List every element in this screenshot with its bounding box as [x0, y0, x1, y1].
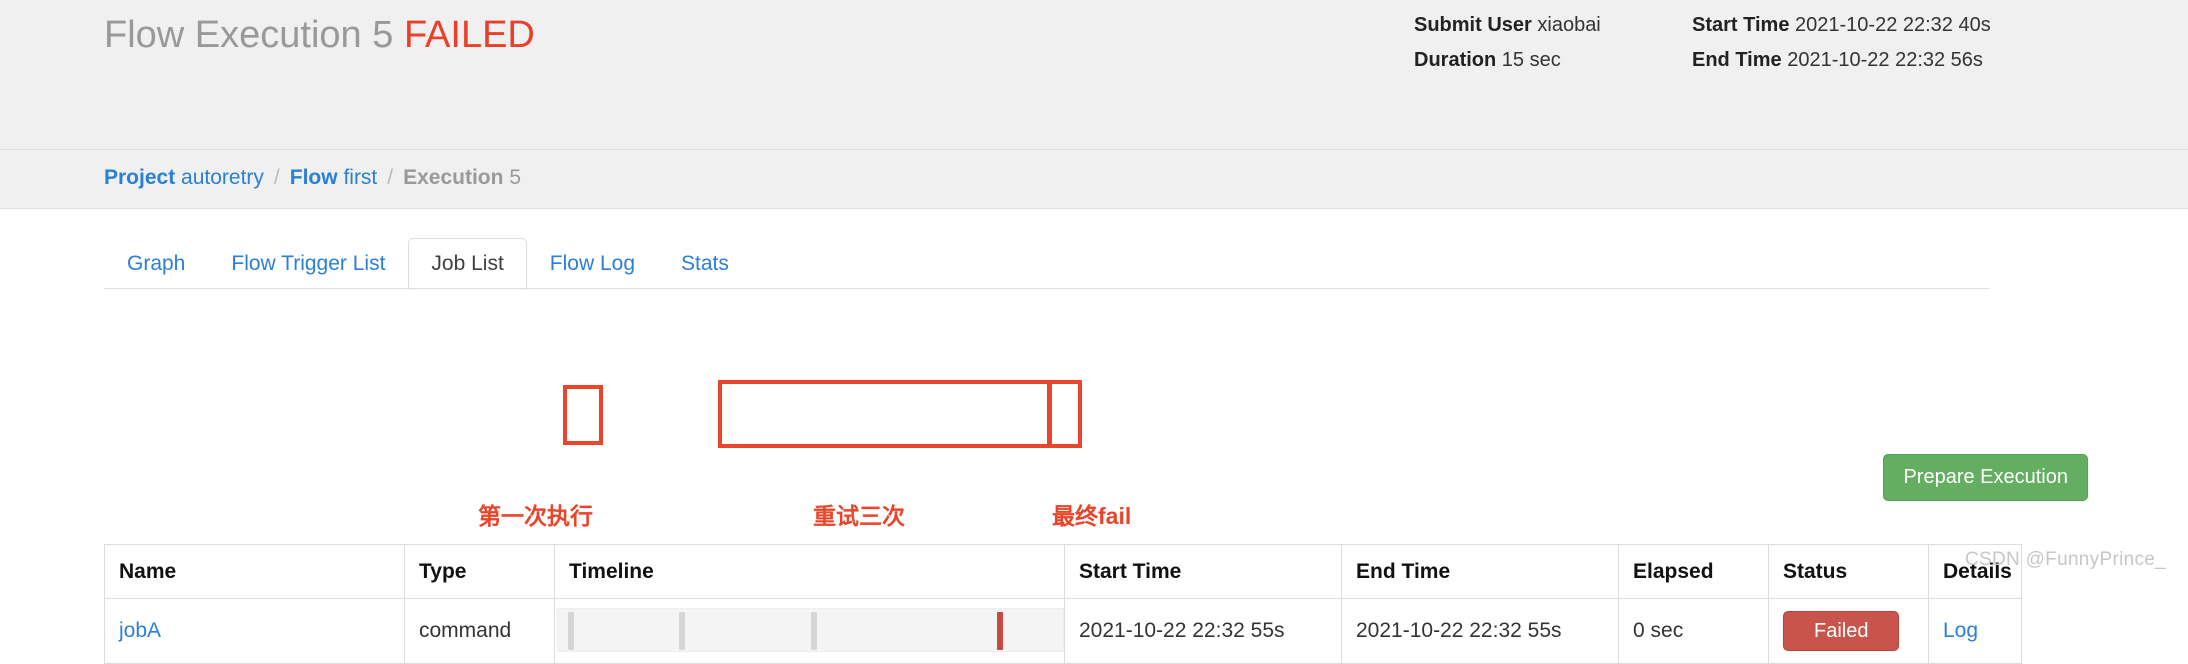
cell-details: Log: [1928, 598, 2022, 664]
tab-bar-underline: [104, 288, 1989, 289]
breadcrumb-flow-label: Flow: [289, 166, 338, 189]
page-title: Flow Execution 5 FAILED: [104, 14, 535, 57]
header-meta-right: Start Time 2021-10-22 22:32 40s End Time…: [1692, 8, 1992, 78]
breadcrumb-item-flow[interactable]: Flow first: [290, 166, 378, 189]
meta-submit-user-value: xiaobai: [1537, 14, 1601, 36]
tab-flow-log[interactable]: Flow Log: [527, 238, 658, 290]
page-title-text: Flow Execution: [104, 14, 362, 56]
meta-end-time-value: 2021-10-22 22:32 56s: [1787, 49, 1983, 71]
cell-start-time: 2021-10-22 22:32 55s: [1064, 598, 1342, 664]
annotation-label-retries: 重试三次: [813, 503, 905, 529]
timeline-tick-attempt-2: [679, 612, 686, 650]
column-header-timeline: Timeline: [554, 544, 1065, 599]
breadcrumb-execution-value: 5: [509, 166, 521, 189]
status-badge: Failed: [1783, 611, 1900, 651]
annotation-label-final-fail: 最终fail: [1052, 503, 1132, 529]
timeline-track: [557, 608, 1064, 652]
meta-start-time: Start Time 2021-10-22 22:32 40s: [1692, 8, 1992, 43]
meta-end-time: End Time 2021-10-22 22:32 56s: [1692, 43, 1992, 78]
tab-bar: Graph Flow Trigger List Job List Flow Lo…: [104, 238, 752, 290]
meta-end-time-label: End Time: [1692, 49, 1782, 71]
page-title-status: FAILED: [403, 14, 535, 56]
breadcrumb-separator-1: /: [273, 166, 280, 189]
breadcrumb-flow-value: first: [343, 166, 378, 189]
cell-elapsed: 0 sec: [1618, 598, 1769, 664]
tab-flow-trigger-list[interactable]: Flow Trigger List: [208, 238, 408, 290]
breadcrumb: Project autoretry / Flow first / Execution 5: [104, 166, 521, 190]
column-header-type: Type: [404, 544, 555, 599]
header-meta-left: Submit User xiaobai Duration 15 sec: [1414, 8, 1684, 78]
meta-submit-user: Submit User xiaobai: [1414, 8, 1684, 43]
meta-start-time-label: Start Time: [1692, 14, 1790, 36]
meta-duration: Duration 15 sec: [1414, 43, 1684, 78]
page-header: Flow Execution 5 FAILED Submit User xiao…: [0, 0, 2188, 150]
breadcrumb-item-execution: Execution 5: [403, 166, 521, 189]
tab-job-list[interactable]: Job List: [408, 238, 527, 290]
annotation-label-first-run: 第一次执行: [478, 503, 593, 529]
column-header-start-time: Start Time: [1064, 544, 1342, 599]
timeline-tick-attempt-1: [568, 612, 575, 650]
table-row: jobA command 2021-10-22 22:32 55s 2021-1…: [104, 598, 2022, 664]
column-header-name: Name: [104, 544, 405, 599]
column-header-end-time: End Time: [1341, 544, 1619, 599]
column-header-elapsed: Elapsed: [1618, 544, 1769, 599]
timeline-tick-final-fail: [997, 612, 1004, 650]
column-header-status: Status: [1768, 544, 1929, 599]
meta-submit-user-label: Submit User: [1414, 14, 1532, 36]
tab-stats[interactable]: Stats: [658, 238, 752, 290]
breadcrumb-separator-2: /: [387, 166, 394, 189]
meta-duration-label: Duration: [1414, 49, 1497, 71]
cell-job-type: command: [404, 598, 555, 664]
breadcrumb-bar: Project autoretry / Flow first / Execution 5: [0, 150, 2188, 209]
cell-timeline: [554, 598, 1065, 664]
meta-start-time-value: 2021-10-22 22:32 40s: [1795, 14, 1991, 36]
job-list-table: Name Type Timeline Start Time End Time E…: [104, 544, 2022, 664]
page-title-execution-number: 5: [372, 14, 394, 56]
watermark: CSDN @FunnyPrince_: [1964, 549, 2166, 570]
timeline-tick-attempt-3: [810, 612, 817, 650]
cell-status: Failed: [1768, 598, 1929, 664]
cell-job-name: jobA: [104, 598, 405, 664]
job-log-link[interactable]: Log: [1943, 619, 1978, 642]
prepare-execution-button[interactable]: Prepare Execution: [1883, 454, 2088, 501]
breadcrumb-project-value: autoretry: [181, 166, 264, 189]
cell-end-time: 2021-10-22 22:32 55s: [1341, 598, 1619, 664]
breadcrumb-project-label: Project: [104, 166, 176, 189]
breadcrumb-item-project[interactable]: Project autoretry: [104, 166, 264, 189]
tab-graph[interactable]: Graph: [104, 238, 208, 290]
breadcrumb-execution-label: Execution: [403, 166, 504, 189]
table-header-row: Name Type Timeline Start Time End Time E…: [104, 544, 2022, 599]
meta-duration-value: 15 sec: [1501, 49, 1561, 71]
job-name-link[interactable]: jobA: [119, 619, 161, 642]
